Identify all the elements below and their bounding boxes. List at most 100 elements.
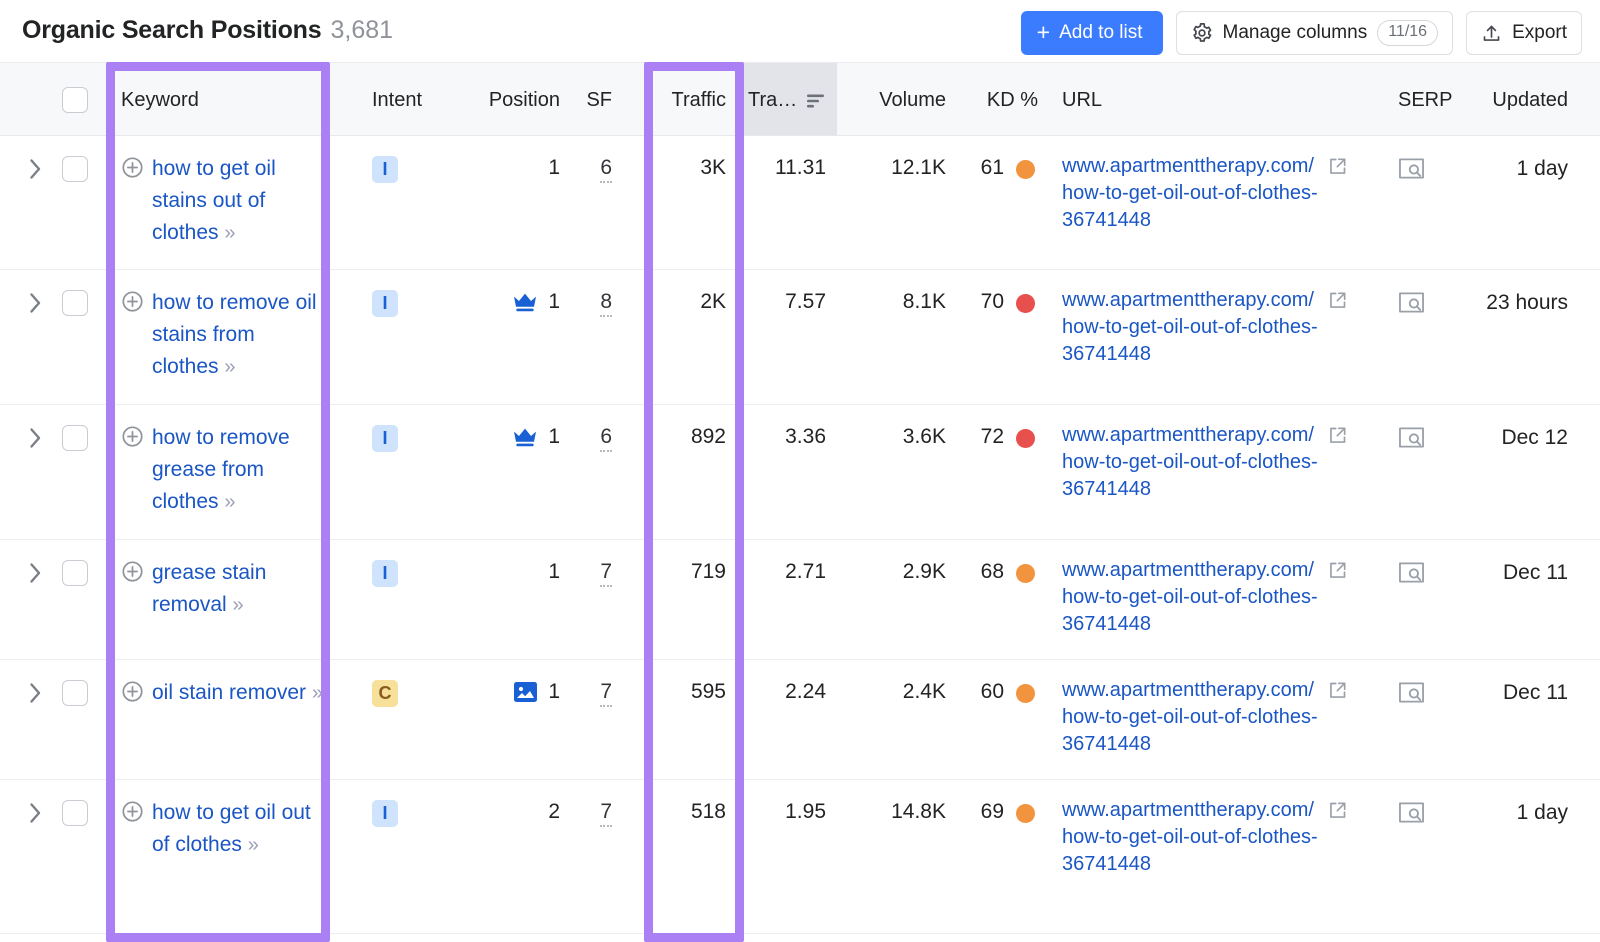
external-link-icon[interactable] <box>1327 680 1348 701</box>
serp-features-count[interactable]: 8 <box>600 290 612 317</box>
serp-preview-icon[interactable] <box>1398 800 1425 825</box>
add-keyword-icon[interactable] <box>121 800 144 823</box>
url-link[interactable]: www.apartmenttherapy.com/how-to-get-oil-… <box>1062 422 1323 503</box>
expand-row-button[interactable] <box>22 290 48 316</box>
traffic-value: 3K <box>640 156 726 180</box>
add-to-list-button[interactable]: + Add to list <box>1021 11 1163 55</box>
kd-difficulty-dot <box>1016 294 1035 313</box>
table-row[interactable]: how to get oil stains out of clothes » I… <box>0 136 1600 270</box>
intent-badge[interactable]: C <box>372 680 398 707</box>
external-link-icon[interactable] <box>1327 560 1348 581</box>
keyword-link[interactable]: how to remove oil stains from clothes » <box>152 287 321 383</box>
row-checkbox[interactable] <box>62 800 88 826</box>
sort-descending-icon[interactable] <box>806 93 826 109</box>
expand-row-button[interactable] <box>22 560 48 586</box>
manage-columns-button[interactable]: Manage columns 11/16 <box>1176 11 1454 55</box>
kd-difficulty-dot <box>1016 160 1035 179</box>
external-link-icon[interactable] <box>1327 290 1348 311</box>
keyword-expand-chevrons-icon[interactable]: » <box>248 834 257 856</box>
url-link[interactable]: www.apartmenttherapy.com/how-to-get-oil-… <box>1062 287 1323 368</box>
serp-preview-icon[interactable] <box>1398 425 1425 450</box>
page-header: Organic Search Positions 3,681 + Add to … <box>0 0 1600 62</box>
add-keyword-icon[interactable] <box>121 290 144 313</box>
kd-value: 70 <box>958 290 1004 314</box>
traffic-value: 719 <box>640 560 726 584</box>
row-checkbox[interactable] <box>62 560 88 586</box>
external-link-icon[interactable] <box>1327 425 1348 446</box>
volume-value: 2.4K <box>842 680 946 704</box>
export-button[interactable]: Export <box>1466 11 1582 55</box>
url-link[interactable]: www.apartmenttherapy.com/how-to-get-oil-… <box>1062 797 1323 878</box>
url-link[interactable]: www.apartmenttherapy.com/how-to-get-oil-… <box>1062 677 1323 758</box>
table-row[interactable]: grease stain removal » I 1 7 719 2.71 2.… <box>0 540 1600 660</box>
column-header-traffic[interactable]: Traffic <box>640 89 726 112</box>
manage-columns-badge: 11/16 <box>1377 20 1438 45</box>
keyword-link[interactable]: how to get oil stains out of clothes » <box>152 153 321 249</box>
column-header-kd[interactable]: KD % <box>958 89 1038 112</box>
expand-row-button[interactable] <box>22 680 48 706</box>
keyword-expand-chevrons-icon[interactable]: » <box>224 491 233 513</box>
column-header-volume[interactable]: Volume <box>842 89 946 112</box>
serp-features-count[interactable]: 7 <box>600 680 612 707</box>
intent-badge[interactable]: I <box>372 425 398 452</box>
featured-snippet-crown-icon <box>512 426 538 448</box>
serp-preview-icon[interactable] <box>1398 560 1425 585</box>
expand-row-button[interactable] <box>22 425 48 451</box>
serp-features-count[interactable]: 7 <box>600 800 612 827</box>
intent-badge[interactable]: I <box>372 800 398 827</box>
row-checkbox[interactable] <box>62 290 88 316</box>
featured-snippet-crown-icon <box>512 291 538 313</box>
keyword-link[interactable]: how to get oil out of clothes » <box>152 797 321 861</box>
expand-row-button[interactable] <box>22 156 48 182</box>
table-row[interactable]: oil stain remover » C 1 7 595 2.24 2.4K … <box>0 660 1600 780</box>
keyword-expand-chevrons-icon[interactable]: » <box>224 222 233 244</box>
add-keyword-icon[interactable] <box>121 560 144 583</box>
table-row[interactable]: how to remove grease from clothes » I 1 … <box>0 405 1600 540</box>
upload-icon <box>1481 23 1502 44</box>
column-header-position[interactable]: Position <box>436 89 560 112</box>
external-link-icon[interactable] <box>1327 156 1348 177</box>
row-checkbox[interactable] <box>62 425 88 451</box>
manage-columns-label: Manage columns <box>1223 22 1368 44</box>
url-link[interactable]: www.apartmenttherapy.com/how-to-get-oil-… <box>1062 557 1323 638</box>
kd-value: 72 <box>958 425 1004 449</box>
keyword-expand-chevrons-icon[interactable]: » <box>233 594 242 616</box>
keyword-link[interactable]: grease stain removal » <box>152 557 321 621</box>
row-checkbox[interactable] <box>62 156 88 182</box>
traffic-value: 2K <box>640 290 726 314</box>
column-header-serp[interactable]: SERP <box>1398 89 1454 112</box>
select-all-checkbox[interactable] <box>62 87 88 113</box>
add-keyword-icon[interactable] <box>121 680 144 703</box>
serp-features-count[interactable]: 6 <box>600 425 612 452</box>
table-row[interactable]: how to get oil out of clothes » I 2 7 51… <box>0 780 1600 934</box>
column-header-traffic-cost-label: Tra… <box>748 89 797 112</box>
add-keyword-icon[interactable] <box>121 425 144 448</box>
add-keyword-icon[interactable] <box>121 156 144 179</box>
serp-features-count[interactable]: 6 <box>600 156 612 183</box>
column-header-url[interactable]: URL <box>1062 89 1348 112</box>
serp-features-count[interactable]: 7 <box>600 560 612 587</box>
serp-preview-icon[interactable] <box>1398 680 1425 705</box>
column-header-intent[interactable]: Intent <box>372 89 432 112</box>
intent-badge[interactable]: I <box>372 290 398 317</box>
table-row[interactable]: how to remove oil stains from clothes » … <box>0 270 1600 405</box>
serp-preview-icon[interactable] <box>1398 156 1425 181</box>
intent-badge[interactable]: I <box>372 560 398 587</box>
intent-badge[interactable]: I <box>372 156 398 183</box>
keyword-link[interactable]: oil stain remover » <box>152 677 321 709</box>
volume-value: 14.8K <box>842 800 946 824</box>
row-checkbox[interactable] <box>62 680 88 706</box>
add-to-list-label: Add to list <box>1059 22 1142 44</box>
external-link-icon[interactable] <box>1327 800 1348 821</box>
serp-preview-icon[interactable] <box>1398 290 1425 315</box>
url-link[interactable]: www.apartmenttherapy.com/how-to-get-oil-… <box>1062 153 1323 234</box>
traffic-cost-value: 1.95 <box>742 800 826 824</box>
keyword-link[interactable]: how to remove grease from clothes » <box>152 422 321 518</box>
keyword-expand-chevrons-icon[interactable]: » <box>312 682 321 704</box>
column-header-keyword[interactable]: Keyword <box>121 89 321 112</box>
column-header-sf[interactable]: SF <box>568 89 612 112</box>
expand-row-button[interactable] <box>22 800 48 826</box>
column-header-updated[interactable]: Updated <box>1452 89 1568 112</box>
column-header-traffic-cost[interactable]: Tra… <box>748 89 842 112</box>
keyword-expand-chevrons-icon[interactable]: » <box>224 356 233 378</box>
